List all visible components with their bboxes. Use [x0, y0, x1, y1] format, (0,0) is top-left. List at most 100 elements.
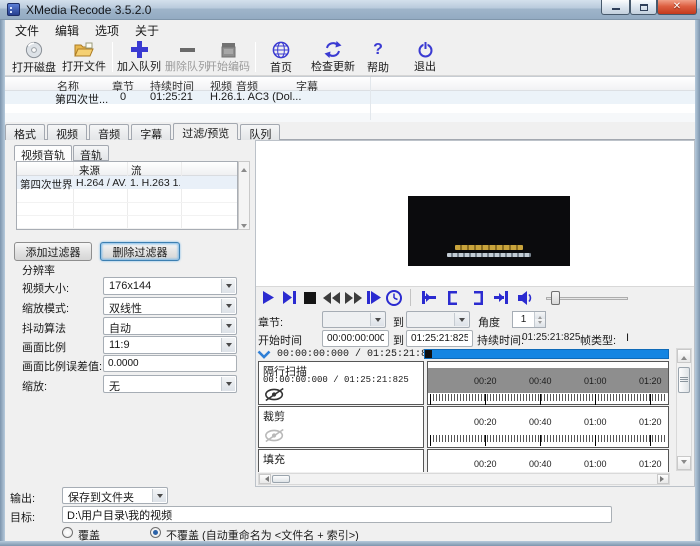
title-bar[interactable]: XMedia Recode 3.5.2.0	[0, 0, 700, 20]
filter-vertical-scrollbar[interactable]	[676, 348, 692, 471]
exit-button[interactable]: 退出	[403, 40, 447, 74]
clock-icon-button[interactable]	[385, 290, 403, 306]
goto-end-mark-button[interactable]	[492, 290, 510, 305]
output-mode-select[interactable]: 保存到文件夹	[62, 487, 168, 504]
end-time-input[interactable]	[406, 330, 473, 347]
scroll-left-button[interactable]	[259, 474, 271, 484]
chapter-to-select[interactable]	[406, 311, 470, 328]
chevron-down-icon	[221, 377, 235, 391]
app-icon	[7, 3, 20, 16]
tab-format[interactable]: 格式	[5, 124, 45, 140]
visibility-eye-icon[interactable]	[264, 428, 286, 446]
minimize-button[interactable]	[601, 0, 630, 15]
aspect-error-label: 画面比例误差值:	[22, 358, 102, 374]
menu-options[interactable]: 选项	[88, 21, 126, 40]
rewind-button[interactable]	[321, 290, 341, 305]
scale-select[interactable]: 无	[103, 375, 237, 393]
aspect-ratio-select[interactable]: 11:9	[103, 336, 237, 354]
stream-row[interactable]: 第四次世界... H.264 / AV... 1. H.263 1...	[17, 176, 237, 189]
menu-edit[interactable]: 编辑	[48, 21, 86, 40]
add-to-queue-button[interactable]: 加入队列	[115, 40, 163, 74]
spin-down-icon[interactable]	[534, 319, 545, 327]
add-filter-button[interactable]: 添加过滤器	[14, 242, 92, 261]
overwrite-radio[interactable]	[62, 527, 73, 538]
scrollbar-thumb[interactable]	[678, 367, 690, 393]
duration-value: 01:25:21:825	[522, 332, 580, 343]
chevron-down-icon	[370, 313, 384, 326]
menu-about[interactable]: 关于	[128, 21, 166, 40]
volume-button[interactable]	[517, 290, 535, 305]
file-list-header[interactable]: 名称 章节 持续时间 视频 音频 字幕	[5, 77, 695, 91]
file-row[interactable]: 第四次世... 0 01:25:21 H.26... 1. AC3 (Dol..…	[5, 91, 695, 104]
remove-filter-button[interactable]: 删除过滤器	[100, 242, 180, 261]
subtitle-line-1	[455, 245, 523, 250]
play-button[interactable]	[260, 290, 276, 305]
scroll-up-button[interactable]	[677, 349, 691, 363]
video-size-select[interactable]: 176x144	[103, 277, 237, 295]
position-text: 00:00:00:000 / 01:25:21:825	[277, 349, 439, 360]
timeline-deinterlace[interactable]: 00:20 00:40 01:00 01:20	[427, 361, 669, 405]
stream-table[interactable]: 来源 流 第四次世界... H.264 / AV... 1. H.263 1..…	[16, 161, 238, 230]
stream-table-scrollbar[interactable]	[238, 161, 250, 230]
close-button[interactable]: ✕	[657, 0, 697, 15]
set-start-mark-button[interactable]	[445, 290, 461, 305]
tab-filter-preview[interactable]: 过滤/预览	[173, 123, 238, 140]
tab-audio[interactable]: 音频	[89, 124, 129, 140]
filter-list: 隔行扫描 00:00:00:000 / 01:25:21:825 00:20 0…	[256, 361, 672, 472]
check-update-button[interactable]: 检查更新	[305, 40, 361, 74]
help-button[interactable]: ? 帮助	[357, 40, 399, 74]
start-encoding-button: 开始编码	[204, 40, 252, 74]
timeline-crop[interactable]: 00:20 00:40 01:00 01:20	[427, 406, 669, 448]
step-forward-button[interactable]	[365, 290, 383, 305]
filter-row-crop[interactable]: 裁剪	[258, 406, 424, 448]
homepage-button[interactable]: 首页	[259, 40, 303, 74]
toolbar-separator	[255, 42, 256, 72]
no-overwrite-radio[interactable]	[150, 527, 161, 538]
tab-video[interactable]: 视频	[47, 124, 87, 140]
seek-bar[interactable]	[424, 349, 669, 359]
timeline-ruler	[430, 394, 666, 405]
video-size-label: 视频大小:	[22, 280, 69, 296]
tab-video-track[interactable]: 视频音轨	[14, 145, 72, 161]
seek-position-marker[interactable]	[425, 350, 432, 358]
open-disc-button[interactable]: 打开磁盘	[8, 40, 60, 74]
tab-queue[interactable]: 队列	[240, 124, 280, 140]
zoom-mode-select[interactable]: 双线性	[103, 297, 237, 315]
play-to-end-button[interactable]	[281, 290, 297, 305]
chevron-down-icon	[221, 299, 235, 313]
timeline-active-band: 00:20 00:40 01:00 01:20	[428, 368, 668, 393]
dither-select[interactable]: 自动	[103, 317, 237, 335]
tab-audio-track[interactable]: 音轨	[73, 145, 109, 161]
menu-file[interactable]: 文件	[8, 21, 46, 40]
scroll-down-button[interactable]	[677, 456, 691, 470]
visibility-eye-icon[interactable]	[264, 387, 286, 405]
scrollbar-thumb[interactable]	[272, 475, 290, 483]
scroll-right-button[interactable]	[657, 474, 669, 484]
filter-row-padding[interactable]: 填充	[258, 449, 424, 472]
set-end-mark-button[interactable]	[470, 290, 486, 305]
chevron-down-icon	[221, 319, 235, 333]
angle-spinner[interactable]: 1	[512, 311, 546, 328]
open-file-button[interactable]: 打开文件	[58, 40, 110, 74]
goto-start-mark-button[interactable]	[420, 290, 438, 305]
chevron-down-icon	[221, 279, 235, 293]
chevron-down-icon	[454, 313, 468, 326]
aspect-error-input[interactable]: 0.0000	[103, 355, 237, 372]
filter-row-deinterlace[interactable]: 隔行扫描 00:00:00:000 / 01:25:21:825	[258, 361, 424, 405]
app-window: XMedia Recode 3.5.2.0 ✕ 文件 编辑 选项 关于 打开磁盘…	[0, 0, 700, 546]
subtitle-line-2	[447, 253, 531, 257]
scroll-up-icon	[241, 165, 247, 172]
chapter-from-select[interactable]	[322, 311, 386, 328]
fast-forward-button[interactable]	[343, 290, 363, 305]
tab-subtitle[interactable]: 字幕	[131, 124, 171, 140]
stop-button[interactable]	[302, 290, 318, 305]
plus-icon	[131, 41, 148, 58]
target-path-input[interactable]	[62, 506, 612, 523]
toolbar-separator	[112, 42, 113, 72]
maximize-button[interactable]	[630, 0, 657, 15]
filter-horizontal-scrollbar[interactable]	[258, 473, 670, 485]
start-time-label: 开始时间	[258, 332, 302, 348]
volume-slider-handle[interactable]	[551, 291, 560, 305]
start-time-input[interactable]	[322, 330, 389, 347]
timeline-padding[interactable]: 00:20 00:40 01:00 01:20	[427, 449, 669, 472]
